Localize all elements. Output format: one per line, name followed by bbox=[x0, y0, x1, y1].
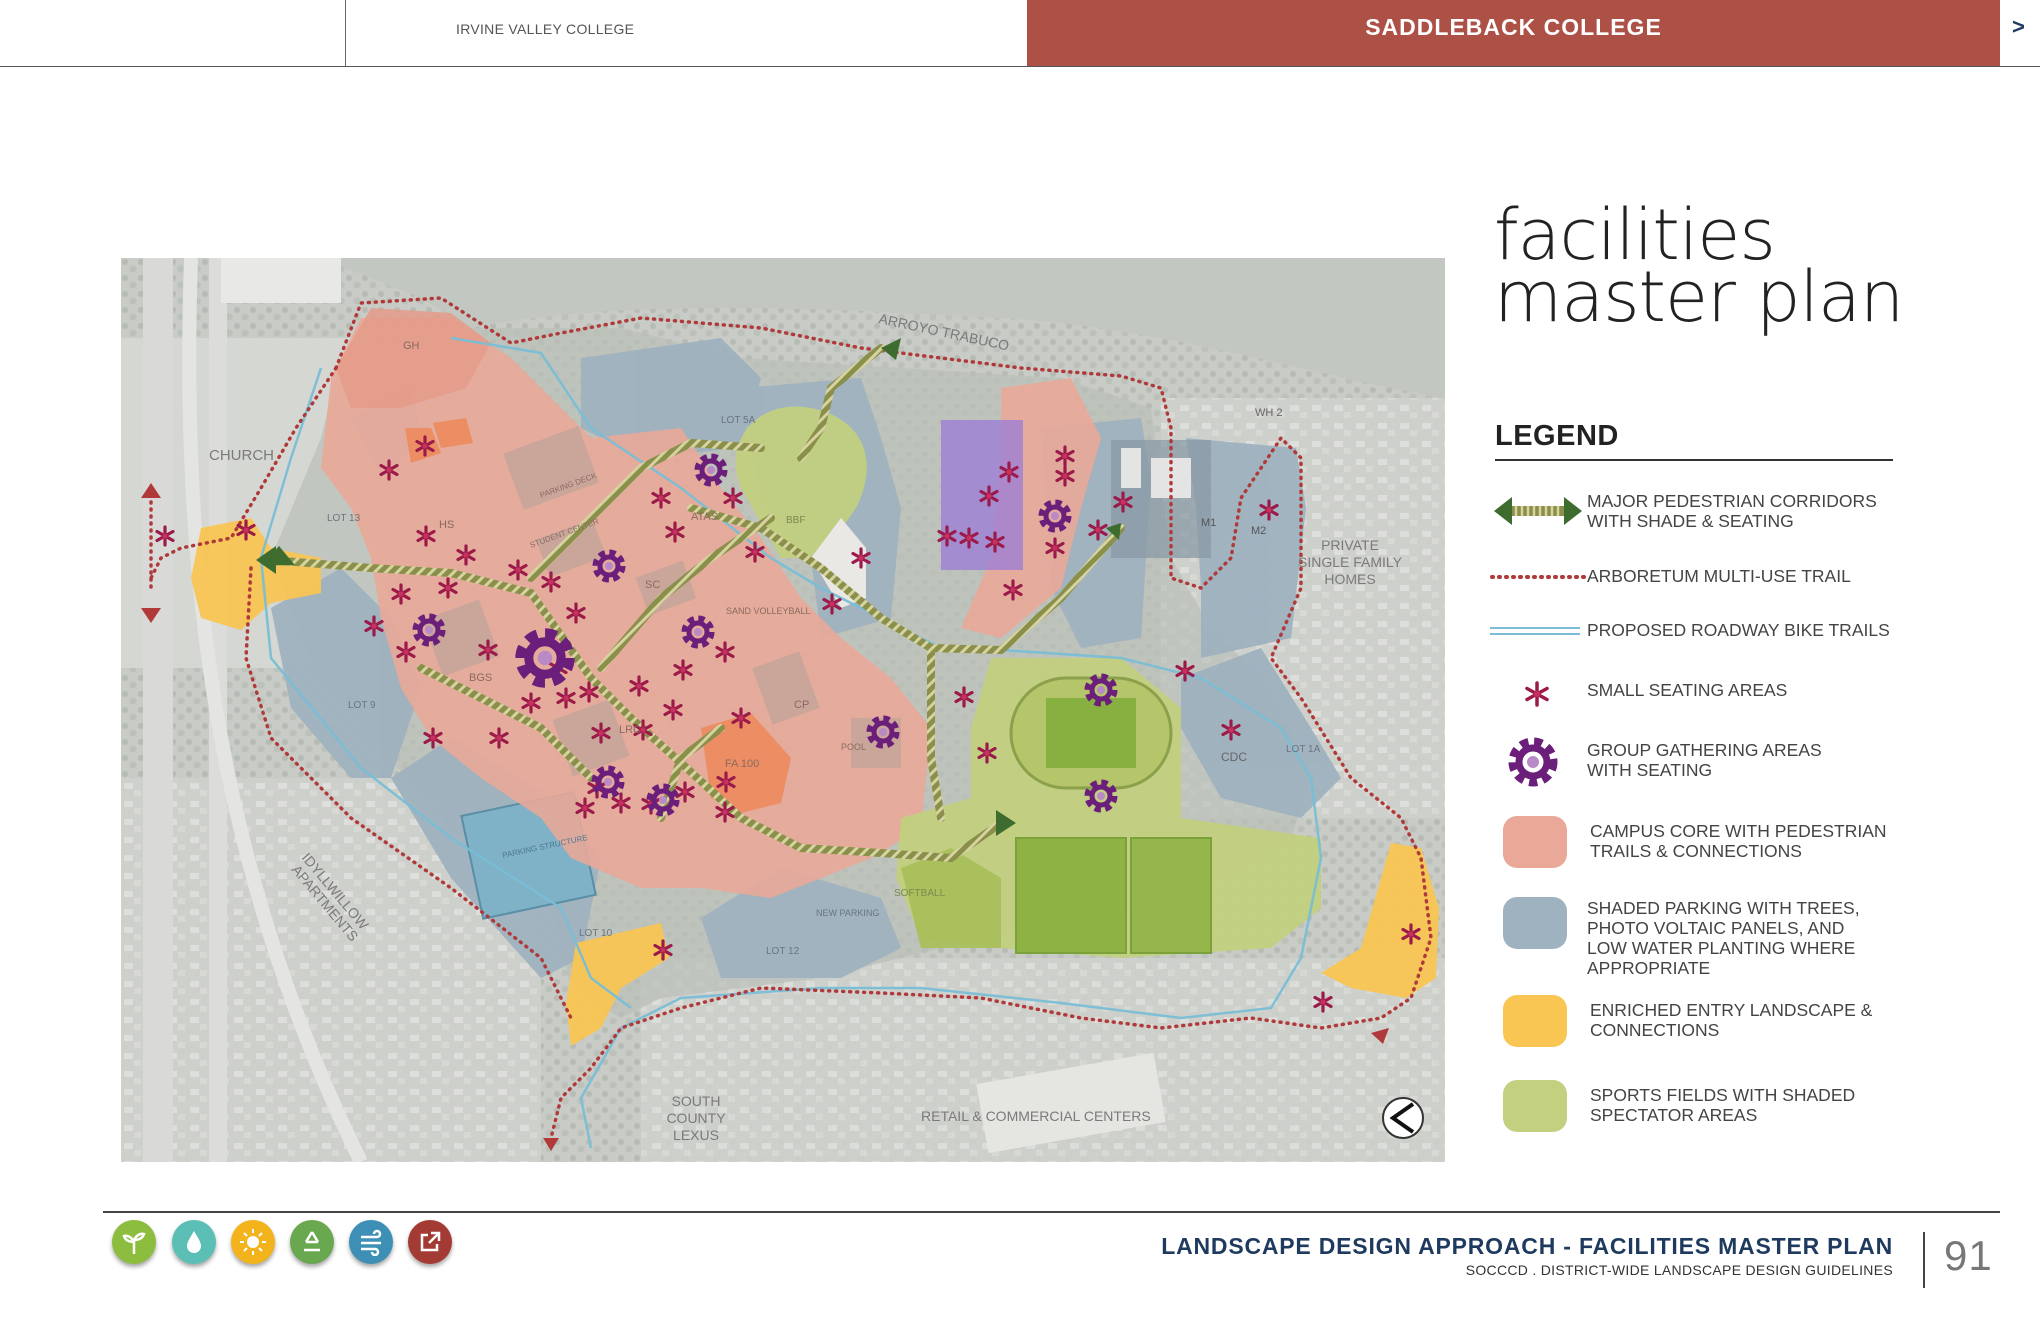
label-lot12: LOT 12 bbox=[766, 946, 800, 957]
water-drop-icon[interactable] bbox=[172, 1220, 216, 1264]
label-lrc: LRC bbox=[619, 724, 641, 736]
label-lot1a: LOT 1A bbox=[1286, 744, 1321, 755]
tab-irvine-valley-college[interactable]: IRVINE VALLEY COLLEGE bbox=[456, 21, 634, 37]
wind-icon[interactable] bbox=[349, 1220, 393, 1264]
legend-label: ENRICHED ENTRY LANDSCAPE & CONNECTIONS bbox=[1590, 1000, 1873, 1040]
label-m1: M1 bbox=[1201, 517, 1216, 529]
campus-core-swatch bbox=[1503, 816, 1567, 868]
label-county: COUNTY bbox=[666, 1110, 726, 1126]
sun-icon[interactable] bbox=[231, 1220, 275, 1264]
page-title: facilities master plan bbox=[1494, 200, 1904, 338]
legend-label: GROUP GATHERING AREAS WITH SEATING bbox=[1587, 740, 1822, 780]
label-cp: CP bbox=[794, 699, 809, 711]
tab-saddleback-college[interactable]: SADDLEBACK COLLEGE bbox=[1027, 0, 2000, 66]
double-blue-line-icon bbox=[1490, 627, 1580, 635]
legend-label: MAJOR PEDESTRIAN CORRIDORS WITH SHADE & S… bbox=[1587, 491, 1877, 531]
gear-icon bbox=[1508, 737, 1558, 787]
label-softball: SOFTBALL bbox=[894, 888, 946, 899]
legend-item-enriched-entry: ENRICHED ENTRY LANDSCAPE & CONNECTIONS bbox=[1490, 995, 1910, 1051]
title-line-2: master plan bbox=[1494, 256, 1904, 338]
label-sand-volleyball: SAND VOLLEYBALL bbox=[726, 606, 811, 616]
label-pool: POOL bbox=[841, 742, 866, 752]
legend-title: LEGEND bbox=[1495, 420, 1619, 452]
label-church: CHURCH bbox=[209, 447, 274, 464]
legend-item-bike-trails: PROPOSED ROADWAY BIKE TRAILS bbox=[1490, 620, 1910, 648]
top-navigation-bar: IRVINE VALLEY COLLEGE SADDLEBACK COLLEGE… bbox=[0, 0, 2040, 67]
label-private-3: HOMES bbox=[1324, 571, 1375, 587]
label-gh: GH bbox=[403, 340, 420, 352]
label-private-2: SINGLE FAMILY bbox=[1298, 554, 1403, 570]
label-private-1: PRIVATE bbox=[1321, 537, 1379, 553]
label-lot13: LOT 13 bbox=[327, 513, 361, 524]
label-hs: HS bbox=[439, 519, 454, 531]
label-lot9: LOT 9 bbox=[348, 700, 376, 711]
legend-rule bbox=[1495, 459, 1893, 461]
legend-item-sports-fields: SPORTS FIELDS WITH SHADED SPECTATOR AREAS bbox=[1490, 1080, 1910, 1136]
page-number: 91 bbox=[1944, 1232, 1993, 1279]
dotted-red-trail-line-icon bbox=[1490, 575, 1586, 579]
label-retail: RETAIL & COMMERCIAL CENTERS bbox=[921, 1108, 1151, 1124]
shaded-parking-swatch bbox=[1503, 897, 1567, 949]
label-south: SOUTH bbox=[672, 1093, 721, 1109]
campus-master-plan-map: CHURCH ARROYO TRABUCO PRIVATE SINGLE FAM… bbox=[121, 258, 1445, 1162]
asterisk-icon bbox=[1525, 681, 1549, 707]
label-bgs: BGS bbox=[469, 672, 492, 684]
footer-rule bbox=[103, 1211, 2000, 1213]
legend-item-shaded-parking: SHADED PARKING WITH TREES, PHOTO VOLTAIC … bbox=[1490, 896, 1910, 980]
legend-label: CAMPUS CORE WITH PEDESTRIAN TRAILS & CONN… bbox=[1590, 821, 1887, 861]
label-lot5a: LOT 5A bbox=[721, 415, 756, 426]
legend-label: SHADED PARKING WITH TREES, PHOTO VOLTAIC … bbox=[1587, 898, 1860, 978]
footer-subtitle: SOCCCD . DISTRICT-WIDE LANDSCAPE DESIGN … bbox=[1465, 1262, 1893, 1278]
label-sc: SC bbox=[645, 579, 660, 591]
header-divider bbox=[345, 0, 346, 66]
legend-item-campus-core: CAMPUS CORE WITH PEDESTRIAN TRAILS & CONN… bbox=[1490, 816, 1910, 872]
legend-item-small-seating: SMALL SEATING AREAS bbox=[1490, 680, 1910, 714]
label-m2: M2 bbox=[1251, 525, 1266, 537]
label-cdc: CDC bbox=[1221, 750, 1247, 764]
footer-divider bbox=[1923, 1232, 1925, 1288]
external-link-icon[interactable] bbox=[408, 1220, 452, 1264]
footer-title: LANDSCAPE DESIGN APPROACH - FACILITIES M… bbox=[1161, 1233, 1893, 1259]
legend-label: PROPOSED ROADWAY BIKE TRAILS bbox=[1587, 620, 1890, 640]
recycle-icon[interactable] bbox=[290, 1220, 334, 1264]
sports-fields-swatch bbox=[1503, 1080, 1567, 1132]
legend-item-group-gathering: GROUP GATHERING AREAS WITH SEATING bbox=[1490, 736, 1910, 792]
legend-item-pedestrian-corridors: MAJOR PEDESTRIAN CORRIDORS WITH SHADE & S… bbox=[1490, 490, 1910, 534]
legend-item-arboretum-trail: ARBORETUM MULTI-USE TRAIL bbox=[1490, 566, 1910, 594]
enriched-entry-swatch bbox=[1503, 995, 1567, 1047]
legend-label: SPORTS FIELDS WITH SHADED SPECTATOR AREAS bbox=[1590, 1085, 1856, 1125]
label-fa100: FA 100 bbox=[725, 758, 759, 770]
plant-icon[interactable] bbox=[112, 1220, 156, 1264]
label-lexus: LEXUS bbox=[673, 1127, 719, 1143]
label-wh2: WH 2 bbox=[1255, 407, 1283, 419]
next-page-arrow-icon[interactable]: > bbox=[2012, 14, 2025, 40]
legend-label: SMALL SEATING AREAS bbox=[1587, 680, 1788, 700]
legend-label: ARBORETUM MULTI-USE TRAIL bbox=[1587, 566, 1851, 586]
label-lot10: LOT 10 bbox=[579, 928, 613, 939]
label-atas: ATAS bbox=[691, 511, 718, 523]
label-bbf: BBF bbox=[786, 515, 805, 526]
north-arrow-icon bbox=[1382, 1097, 1424, 1139]
pedestrian-corridor-arrows-icon bbox=[1494, 497, 1582, 525]
label-new-parking: NEW PARKING bbox=[816, 908, 879, 918]
